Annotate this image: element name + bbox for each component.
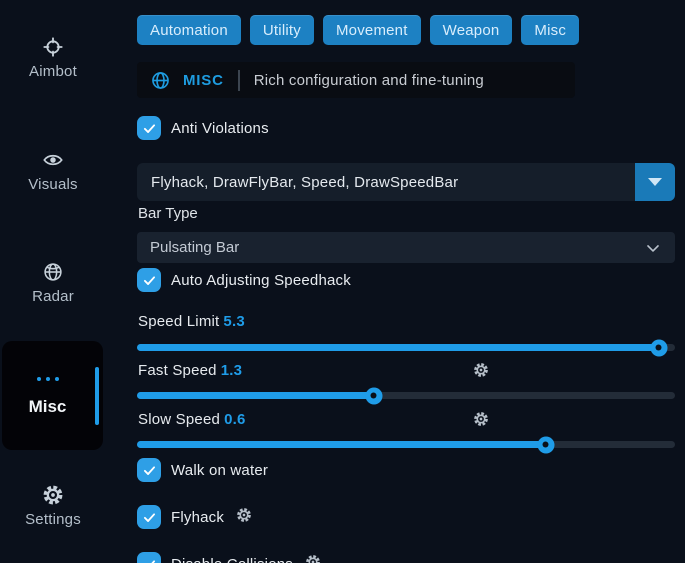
section-header: MISC Rich configuration and fine-tuning [137, 62, 575, 98]
walk-on-water-row: Walk on water [137, 458, 268, 482]
header-divider [238, 70, 240, 91]
sidebar-item-label: Settings [25, 511, 81, 528]
sidebar-item-label: Aimbot [29, 63, 77, 80]
speed-limit-label: Speed Limit5.3 [138, 313, 245, 330]
sidebar-item-label: Misc [2, 397, 93, 417]
anti-violations-row: Anti Violations [137, 116, 269, 140]
disable-collisions-checkbox[interactable] [137, 552, 161, 563]
slider-thumb[interactable] [365, 387, 382, 404]
sidebar-item-radar[interactable]: Radar [0, 261, 106, 305]
sidebar-item-misc-active[interactable]: Misc [2, 341, 103, 450]
cheat-menu-window: Aimbot Visuals Radar Misc Settings Autom… [0, 0, 685, 563]
gear-icon [42, 484, 64, 506]
flyhack-checkbox[interactable] [137, 505, 161, 529]
crosshair-icon [42, 36, 64, 58]
sidebar-item-settings[interactable]: Settings [0, 484, 106, 528]
disable-collisions-gear-icon[interactable] [305, 554, 321, 563]
fast-speed-label: Fast Speed1.3 [138, 362, 242, 379]
checkbox-label: Walk on water [171, 462, 268, 479]
dropdown-open-button[interactable] [635, 163, 675, 201]
slow-speed-gear-icon[interactable] [473, 411, 489, 432]
dropdown-arrow-icon [648, 178, 662, 186]
slow-speed-value: 0.6 [224, 411, 245, 428]
checkbox-label: Flyhack [171, 509, 224, 526]
walk-on-water-checkbox[interactable] [137, 458, 161, 482]
multiselect-value: Flyhack, DrawFlyBar, Speed, DrawSpeedBar [137, 174, 635, 191]
speed-limit-value: 5.3 [223, 313, 244, 330]
slider-thumb[interactable] [537, 436, 554, 453]
speed-limit-slider[interactable] [137, 344, 675, 351]
section-title: MISC [183, 72, 224, 89]
slider-fill [137, 344, 659, 351]
ellipsis-icon [2, 377, 93, 381]
tab-utility[interactable]: Utility [250, 15, 314, 45]
bar-flags-multiselect[interactable]: Flyhack, DrawFlyBar, Speed, DrawSpeedBar [137, 163, 675, 201]
eye-icon [42, 149, 64, 171]
fast-speed-slider[interactable] [137, 392, 675, 399]
globe-icon [42, 261, 64, 283]
active-indicator-bar [95, 367, 99, 425]
slow-speed-label: Slow Speed0.6 [138, 411, 246, 428]
select-value: Pulsating Bar [137, 239, 643, 256]
anti-violations-checkbox[interactable] [137, 116, 161, 140]
slider-fill [137, 441, 546, 448]
flyhack-gear-icon[interactable] [236, 507, 252, 528]
section-subtitle: Rich configuration and fine-tuning [254, 72, 484, 89]
checkbox-label: Auto Adjusting Speedhack [171, 272, 351, 289]
flyhack-row: Flyhack [137, 505, 252, 529]
slow-speed-slider[interactable] [137, 441, 675, 448]
tab-movement[interactable]: Movement [323, 15, 421, 45]
tab-automation[interactable]: Automation [137, 15, 241, 45]
fast-speed-value: 1.3 [221, 362, 242, 379]
disable-collisions-row: Disable Collisions [137, 552, 321, 563]
tab-misc[interactable]: Misc [521, 15, 579, 45]
auto-adjusting-speedhack-row: Auto Adjusting Speedhack [137, 268, 351, 292]
sidebar-item-label: Radar [32, 288, 74, 305]
tab-weapon[interactable]: Weapon [430, 15, 513, 45]
checkbox-label: Anti Violations [171, 120, 269, 137]
bar-type-select[interactable]: Pulsating Bar [137, 232, 675, 263]
sidebar-item-aimbot[interactable]: Aimbot [0, 36, 106, 80]
fast-speed-gear-icon[interactable] [473, 362, 489, 383]
slider-fill [137, 392, 374, 399]
category-tabs: Automation Utility Movement Weapon Misc [137, 15, 579, 45]
sidebar-item-label: Visuals [28, 176, 77, 193]
bar-type-label: Bar Type [138, 205, 198, 222]
chevron-down-icon [643, 238, 663, 258]
slider-thumb[interactable] [650, 339, 667, 356]
sidebar-item-visuals[interactable]: Visuals [0, 149, 106, 193]
globe-icon [150, 70, 171, 91]
checkbox-label: Disable Collisions [171, 556, 293, 563]
auto-adjusting-speedhack-checkbox[interactable] [137, 268, 161, 292]
